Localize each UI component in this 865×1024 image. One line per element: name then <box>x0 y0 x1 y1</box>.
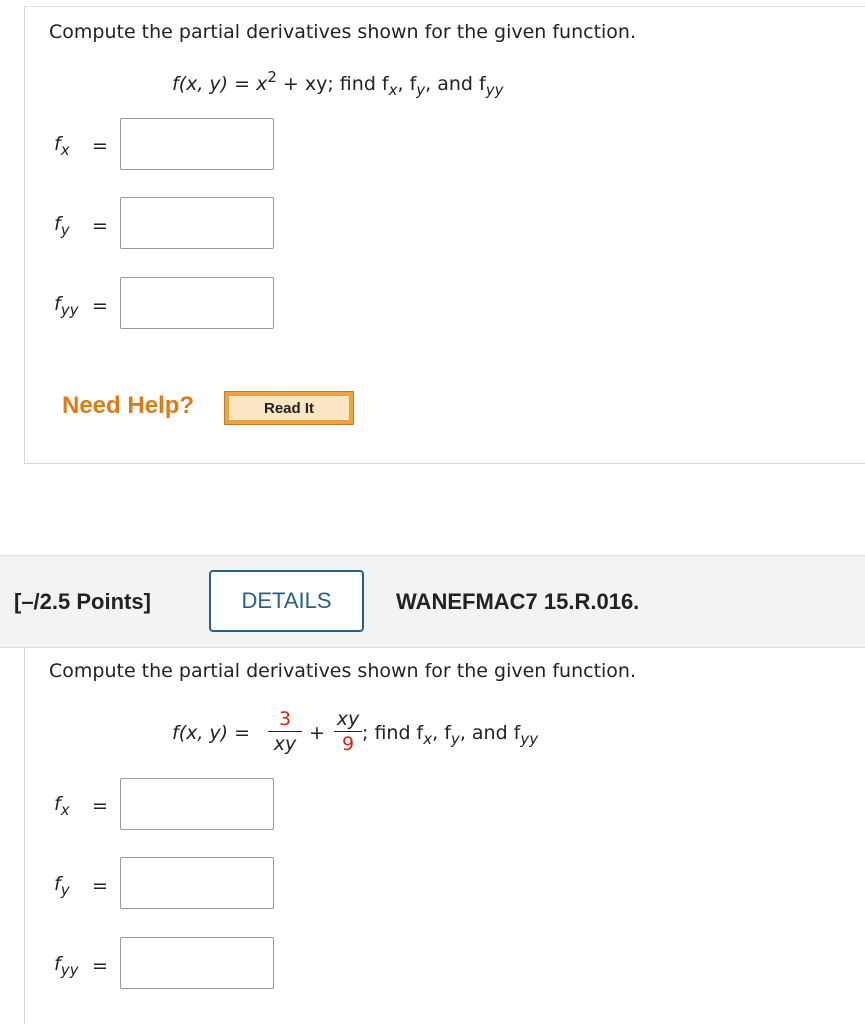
fx-answer-input-2[interactable] <box>120 778 274 830</box>
fyy-label-2: fyy <box>54 953 94 979</box>
fraction1-bar <box>268 731 302 732</box>
fx-sub: x <box>60 141 70 159</box>
formula-lhs: f(x, y) = x <box>172 73 268 95</box>
fx-answer-input[interactable] <box>120 118 274 170</box>
fy-equals: = <box>92 215 108 237</box>
formula2-plus: + <box>309 722 325 744</box>
fyy-equals-2: = <box>92 955 108 977</box>
question-prompt: Compute the partial derivatives shown fo… <box>49 21 637 43</box>
fy2-f: f <box>54 873 61 895</box>
fy-answer-input-2[interactable] <box>120 857 274 909</box>
fy-label: fy <box>54 213 94 239</box>
question-prompt-2: Compute the partial derivatives shown fo… <box>49 660 637 682</box>
fyy-equals: = <box>92 295 108 317</box>
formula2-lhs: f(x, y) = <box>172 722 251 744</box>
formula-sub-x: x <box>388 81 398 99</box>
fyy2-f: f <box>54 953 61 975</box>
function-formula: f(x, y) = x2 + xy; find fx, fy, and fyy <box>172 68 504 99</box>
formula2-sub-x: x <box>423 730 433 748</box>
fx2-sub: x <box>60 801 70 819</box>
fraction2-denominator: 9 <box>341 733 355 755</box>
points-label: [–/2.5 Points] <box>14 589 151 614</box>
fyy-answer-input[interactable] <box>120 277 274 329</box>
fy-answer-input[interactable] <box>120 197 274 249</box>
read-it-button[interactable]: Read It <box>224 391 354 425</box>
fx2-f: f <box>54 793 61 815</box>
formula2-tail: ; find f <box>362 722 424 744</box>
fx-label: fx <box>54 133 94 159</box>
fraction-3-over-xy: 3 xy <box>268 708 302 755</box>
need-help-label: Need Help? <box>62 392 195 419</box>
formula-rhs: + xy; find f <box>276 73 389 95</box>
function-formula-2-tail: ; find fx, fy, and fyy <box>362 722 538 748</box>
fx-f: f <box>54 133 61 155</box>
fraction2-bar <box>334 731 362 732</box>
fraction2-numerator: xy <box>336 708 360 730</box>
fx-equals: = <box>92 135 108 157</box>
formula2-sub-yy: yy <box>520 730 539 748</box>
formula2-comma-1: , f <box>432 722 451 744</box>
formula-sub-y: y <box>416 81 426 99</box>
details-button[interactable]: DETAILS <box>209 570 364 632</box>
fy-equals-2: = <box>92 875 108 897</box>
formula-exponent: 2 <box>267 68 277 86</box>
fraction-xy-over-9: xy 9 <box>334 708 362 755</box>
fyy2-sub: yy <box>60 961 79 979</box>
fx-label-2: fx <box>54 793 94 819</box>
formula-comma-1: , f <box>397 73 417 95</box>
fy-f: f <box>54 213 61 235</box>
fraction1-denominator: xy <box>273 733 297 755</box>
fy2-sub: y <box>60 881 70 899</box>
formula-comma-2: , and f <box>425 73 486 95</box>
formula2-comma-2: , and f <box>459 722 521 744</box>
fy-label-2: fy <box>54 873 94 899</box>
fyy-f: f <box>54 293 61 315</box>
function-formula-2-lhs: f(x, y) = <box>172 722 250 744</box>
fyy-sub: yy <box>60 301 79 319</box>
read-it-label: Read It <box>228 395 350 421</box>
formula-sub-yy: yy <box>485 81 504 99</box>
fy-sub: y <box>60 221 70 239</box>
question-code: WANEFMAC7 15.R.016. <box>396 589 640 614</box>
fyy-answer-input-2[interactable] <box>120 937 274 989</box>
formula2-sub-y: y <box>450 730 460 748</box>
question-panel-2-border <box>24 648 25 1024</box>
fraction1-numerator: 3 <box>278 708 292 730</box>
fx-equals-2: = <box>92 795 108 817</box>
fyy-label: fyy <box>54 293 94 319</box>
